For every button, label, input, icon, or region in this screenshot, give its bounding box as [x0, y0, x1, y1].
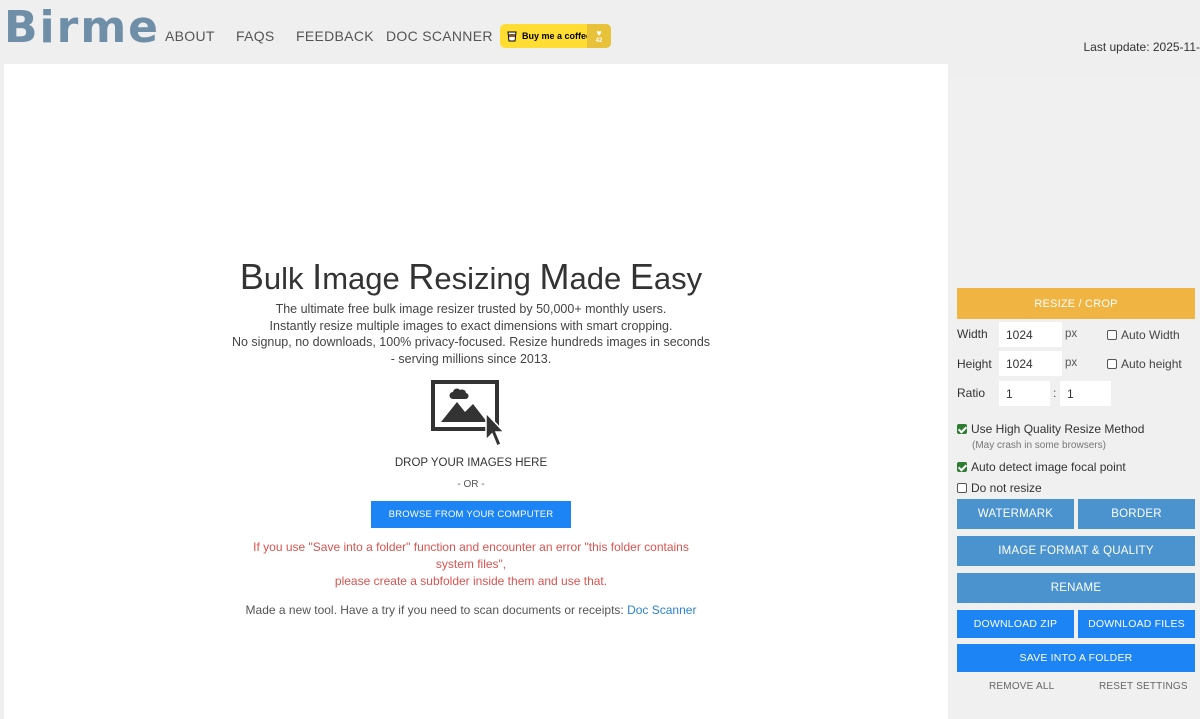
page-title: Bulk Image Resizing Made Easy	[4, 256, 938, 298]
high-quality-label: Use High Quality Resize Method	[971, 422, 1145, 436]
nav-doc-scanner[interactable]: DOC SCANNER	[386, 28, 493, 44]
focal-point-label: Auto detect image focal point	[971, 460, 1126, 474]
nav-about[interactable]: ABOUT	[165, 28, 215, 44]
checkbox-checked-icon	[957, 462, 967, 472]
header: Birme ABOUT FAQS FEEDBACK DOC SCANNER Bu…	[0, 0, 1200, 64]
reset-settings-link[interactable]: RESET SETTINGS	[1099, 681, 1188, 692]
title-word: Made	[539, 256, 630, 297]
coffee-cup-icon	[507, 31, 517, 42]
warning-line: please create a subfolder inside them an…	[334, 574, 608, 588]
download-zip-button[interactable]: DOWNLOAD ZIP	[957, 610, 1074, 638]
do-not-resize-checkbox[interactable]: Do not resize	[957, 481, 1042, 495]
do-not-resize-label: Do not resize	[971, 481, 1042, 495]
new-tool-text: Made a new tool. Have a try if you need …	[245, 603, 628, 617]
drop-instruction: DROP YOUR IMAGES HERE	[394, 457, 548, 469]
save-folder-button[interactable]: SAVE INTO A FOLDER	[957, 644, 1195, 672]
nav-feedback[interactable]: FEEDBACK	[296, 28, 374, 44]
image-drop-icon	[431, 380, 506, 448]
heart-icon: ♥	[596, 27, 602, 38]
settings-sidebar: RESIZE / CROP Width px Auto Width Height…	[948, 76, 1200, 719]
hero-subtitle: The ultimate free bulk image resizer tru…	[204, 301, 738, 367]
auto-height-label: Auto height	[1121, 357, 1182, 371]
title-word: Image	[312, 256, 409, 297]
or-separator: - OR -	[457, 479, 485, 490]
auto-width-label: Auto Width	[1121, 328, 1180, 342]
last-update: Last update: 2025-11-	[1083, 40, 1200, 54]
warning-line: If you use "Save into a folder" function…	[253, 540, 689, 571]
watermark-button[interactable]: WATERMARK	[957, 499, 1074, 529]
width-label: Width	[957, 327, 988, 341]
subtitle-line: Instantly resize multiple images to exac…	[269, 318, 673, 333]
auto-width-checkbox[interactable]: Auto Width	[1107, 328, 1180, 342]
width-unit: px	[1065, 328, 1078, 340]
ratio-label: Ratio	[957, 386, 986, 400]
rename-button[interactable]: RENAME	[957, 573, 1195, 603]
logo[interactable]: Birme	[4, 2, 160, 54]
coffee-count: 42	[595, 37, 603, 44]
high-quality-checkbox[interactable]: Use High Quality Resize Method	[957, 422, 1144, 436]
subtitle-line: No signup, no downloads, 100% privacy-fo…	[231, 335, 711, 349]
image-format-button[interactable]: IMAGE FORMAT & QUALITY	[957, 536, 1195, 566]
folder-warning: If you use "Save into a folder" function…	[234, 539, 708, 590]
border-button[interactable]: BORDER	[1078, 499, 1195, 529]
height-label: Height	[957, 357, 992, 371]
browse-button[interactable]: BROWSE FROM YOUR COMPUTER	[371, 501, 571, 528]
checkbox-checked-icon	[957, 424, 967, 434]
checkbox-icon	[957, 483, 967, 493]
checkbox-icon	[1107, 330, 1117, 340]
title-word: Bulk	[239, 256, 313, 297]
title-word: Resizing	[408, 256, 540, 297]
drop-area[interactable]: Bulk Image Resizing Made Easy The ultima…	[4, 64, 948, 719]
new-tool-notice: Made a new tool. Have a try if you need …	[4, 603, 938, 617]
ratio-height-input[interactable]	[1060, 381, 1111, 406]
ratio-width-input[interactable]	[999, 381, 1050, 406]
resize-crop-button[interactable]: RESIZE / CROP	[957, 288, 1195, 319]
remove-all-link[interactable]: REMOVE ALL	[989, 681, 1054, 692]
height-input[interactable]	[999, 351, 1062, 376]
subtitle-line: - serving millions since 2013.	[390, 351, 552, 366]
high-quality-note: (May crash in some browsers)	[972, 440, 1106, 451]
nav-faqs[interactable]: FAQS	[236, 28, 275, 44]
coffee-count-badge: ♥ 42	[587, 24, 611, 48]
ratio-separator: :	[1053, 386, 1057, 400]
coffee-label: Buy me a coffee	[522, 31, 592, 41]
subtitle-line: The ultimate free bulk image resizer tru…	[275, 302, 667, 316]
checkbox-icon	[1107, 359, 1117, 369]
buy-coffee-button[interactable]: Buy me a coffee ♥ 42	[500, 24, 611, 48]
title-word: Easy	[629, 256, 703, 297]
focal-point-checkbox[interactable]: Auto detect image focal point	[957, 460, 1126, 474]
doc-scanner-link[interactable]: Doc Scanner	[627, 603, 696, 617]
download-files-button[interactable]: DOWNLOAD FILES	[1078, 610, 1195, 638]
auto-height-checkbox[interactable]: Auto height	[1107, 357, 1182, 371]
width-input[interactable]	[999, 322, 1062, 347]
height-unit: px	[1065, 357, 1078, 369]
